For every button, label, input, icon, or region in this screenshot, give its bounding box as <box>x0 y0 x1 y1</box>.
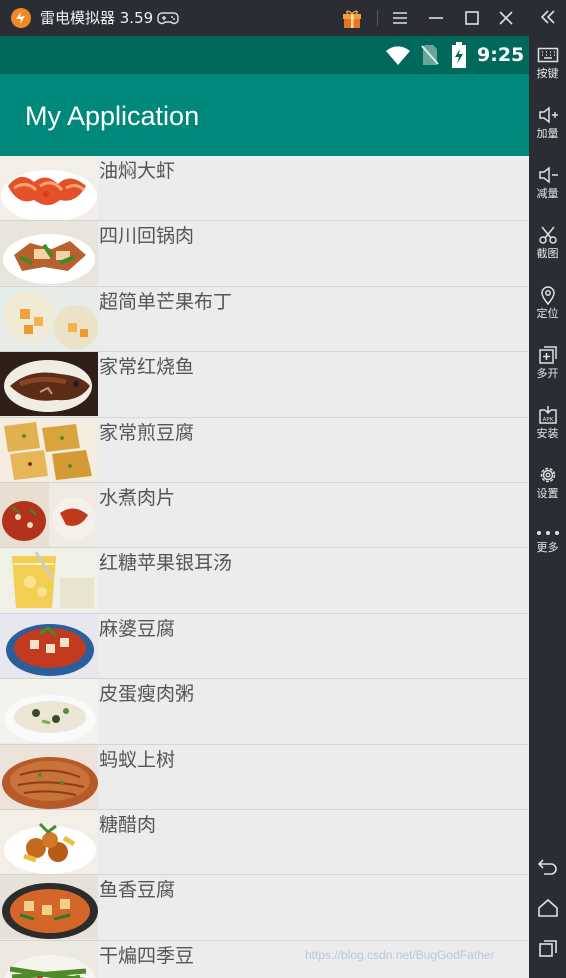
recipe-name: 水煮肉片 <box>99 486 176 509</box>
recipe-thumbnail <box>0 482 98 547</box>
list-item[interactable]: 家常煎豆腐 <box>0 417 529 483</box>
list-item[interactable]: 鱼香豆腐 <box>0 875 529 941</box>
recipe-name: 鱼香豆腐 <box>99 879 176 902</box>
multi-open-icon <box>538 346 557 364</box>
double-chevron-left-icon <box>540 10 555 24</box>
gear-icon <box>540 467 555 483</box>
minimize-icon <box>429 17 443 19</box>
emulator-logo-icon <box>11 8 31 28</box>
recipe-thumbnail <box>0 613 98 678</box>
android-recents-button[interactable] <box>529 937 566 959</box>
recipe-name: 家常煎豆腐 <box>99 421 195 444</box>
settings-label: 设置 <box>536 487 559 500</box>
settings-button[interactable]: 设置 <box>529 465 566 501</box>
recipe-name: 家常红烧鱼 <box>99 356 195 379</box>
more-label: 更多 <box>536 541 559 554</box>
list-item[interactable]: 糖醋肉 <box>0 809 529 876</box>
recipe-thumbnail <box>0 156 98 220</box>
recipe-name: 糖醋肉 <box>99 813 157 836</box>
install-apk-button[interactable]: APK 安装 <box>529 405 566 441</box>
recipe-thumbnail <box>0 286 98 351</box>
list-item[interactable]: 皮蛋瘦肉粥 <box>0 679 529 745</box>
recipe-name: 干煸四季豆 <box>99 944 195 967</box>
maximize-icon <box>465 11 479 25</box>
recipe-thumbnail <box>0 679 98 744</box>
emulator-title-bar: 雷电模拟器 3.59 <box>0 0 529 36</box>
recipe-thumbnail <box>0 221 98 286</box>
keymap-label: 按键 <box>536 67 559 80</box>
watermark: https://blog.csdn.net/BugGodFather <box>305 948 495 962</box>
app-title: My Application <box>25 101 200 131</box>
list-item[interactable]: 四川回锅肉 <box>0 221 529 287</box>
list-item[interactable]: 水煮肉片 <box>0 482 529 549</box>
battery-charging-icon <box>452 42 466 68</box>
home-icon <box>537 898 558 917</box>
multi-open-button[interactable]: 多开 <box>529 345 566 381</box>
recipe-name: 四川回锅肉 <box>99 225 195 248</box>
keymap-button[interactable]: 按键 <box>529 45 566 81</box>
recipe-name: 油焖大虾 <box>99 160 176 182</box>
install-label: 安装 <box>536 427 559 440</box>
recipe-name: 麻婆豆腐 <box>99 617 176 640</box>
recipe-list: 油焖大虾四川回锅肉超简单芒果布丁 家常红烧鱼家常煎豆腐水煮肉片红糖苹果银耳汤 麻婆豆… <box>0 156 529 978</box>
recipe-thumbnail <box>0 940 98 978</box>
recipe-thumbnail <box>0 744 98 809</box>
menu-button[interactable] <box>388 6 412 30</box>
screenshot-label: 截图 <box>536 247 559 260</box>
volume-up-icon <box>538 106 558 124</box>
android-status-bar: 9:25 <box>0 36 529 74</box>
list-item[interactable]: 蚂蚁上树 <box>0 744 529 810</box>
recipe-name: 皮蛋瘦肉粥 <box>99 683 195 706</box>
list-item[interactable]: 超简单芒果布丁 <box>0 286 529 353</box>
list-item[interactable]: 家常红烧鱼 <box>0 352 529 418</box>
screenshot-button[interactable]: 截图 <box>529 225 566 261</box>
more-dots-icon <box>536 531 559 535</box>
emulator-title: 雷电模拟器 3.59 <box>40 9 154 27</box>
phone-screen: 9:25 My Application 油焖大虾四川回锅肉超简单芒果布丁 家常红烧… <box>0 36 529 978</box>
close-icon <box>499 11 513 25</box>
maximize-button[interactable] <box>460 6 484 30</box>
volume-up-label: 加量 <box>536 127 559 140</box>
list-item[interactable]: 麻婆豆腐 <box>0 613 529 680</box>
minimize-button[interactable] <box>424 6 448 30</box>
title-separator <box>377 10 378 26</box>
collapse-toolbar-button[interactable] <box>529 5 566 31</box>
recipe-name: 蚂蚁上树 <box>99 748 176 771</box>
volume-down-icon <box>538 166 558 184</box>
back-icon <box>537 859 557 875</box>
location-label: 定位 <box>536 307 559 320</box>
volume-down-label: 减量 <box>536 187 559 200</box>
list-item[interactable]: 油焖大虾 <box>0 156 529 222</box>
recipe-thumbnail <box>0 548 98 613</box>
recipe-thumbnail <box>0 417 98 482</box>
keyboard-icon <box>537 47 558 63</box>
multi-open-label: 多开 <box>536 367 559 380</box>
gamepad-icon[interactable] <box>157 9 179 27</box>
gift-icon[interactable] <box>341 7 363 29</box>
recipe-name: 红糖苹果银耳汤 <box>99 552 233 575</box>
android-home-button[interactable] <box>529 897 566 919</box>
status-time: 9:25 <box>477 44 525 66</box>
close-button[interactable] <box>494 6 518 30</box>
recents-icon <box>538 940 557 957</box>
hamburger-menu-icon <box>393 12 407 24</box>
more-button[interactable]: 更多 <box>529 527 566 555</box>
svg-text:APK: APK <box>542 417 553 423</box>
scissors-icon <box>538 226 557 244</box>
volume-up-button[interactable]: 加量 <box>529 105 566 141</box>
list-item[interactable]: 红糖苹果银耳汤 <box>0 548 529 614</box>
apk-install-icon: APK <box>538 406 557 424</box>
app-toolbar: My Application <box>0 74 529 156</box>
location-button[interactable]: 定位 <box>529 285 566 321</box>
no-sim-icon <box>421 45 439 65</box>
emulator-side-toolbar: 按键 加量 减量 截图 定位 多开 APK 安装 设置 更多 <box>529 0 566 978</box>
recipe-name: 超简单芒果布丁 <box>99 290 233 313</box>
recipe-thumbnail <box>0 809 98 874</box>
location-pin-icon <box>540 286 555 305</box>
android-back-button[interactable] <box>529 856 566 878</box>
volume-down-button[interactable]: 减量 <box>529 165 566 201</box>
recipe-thumbnail <box>0 875 98 940</box>
recipe-thumbnail <box>0 352 98 417</box>
wifi-icon <box>386 46 410 65</box>
